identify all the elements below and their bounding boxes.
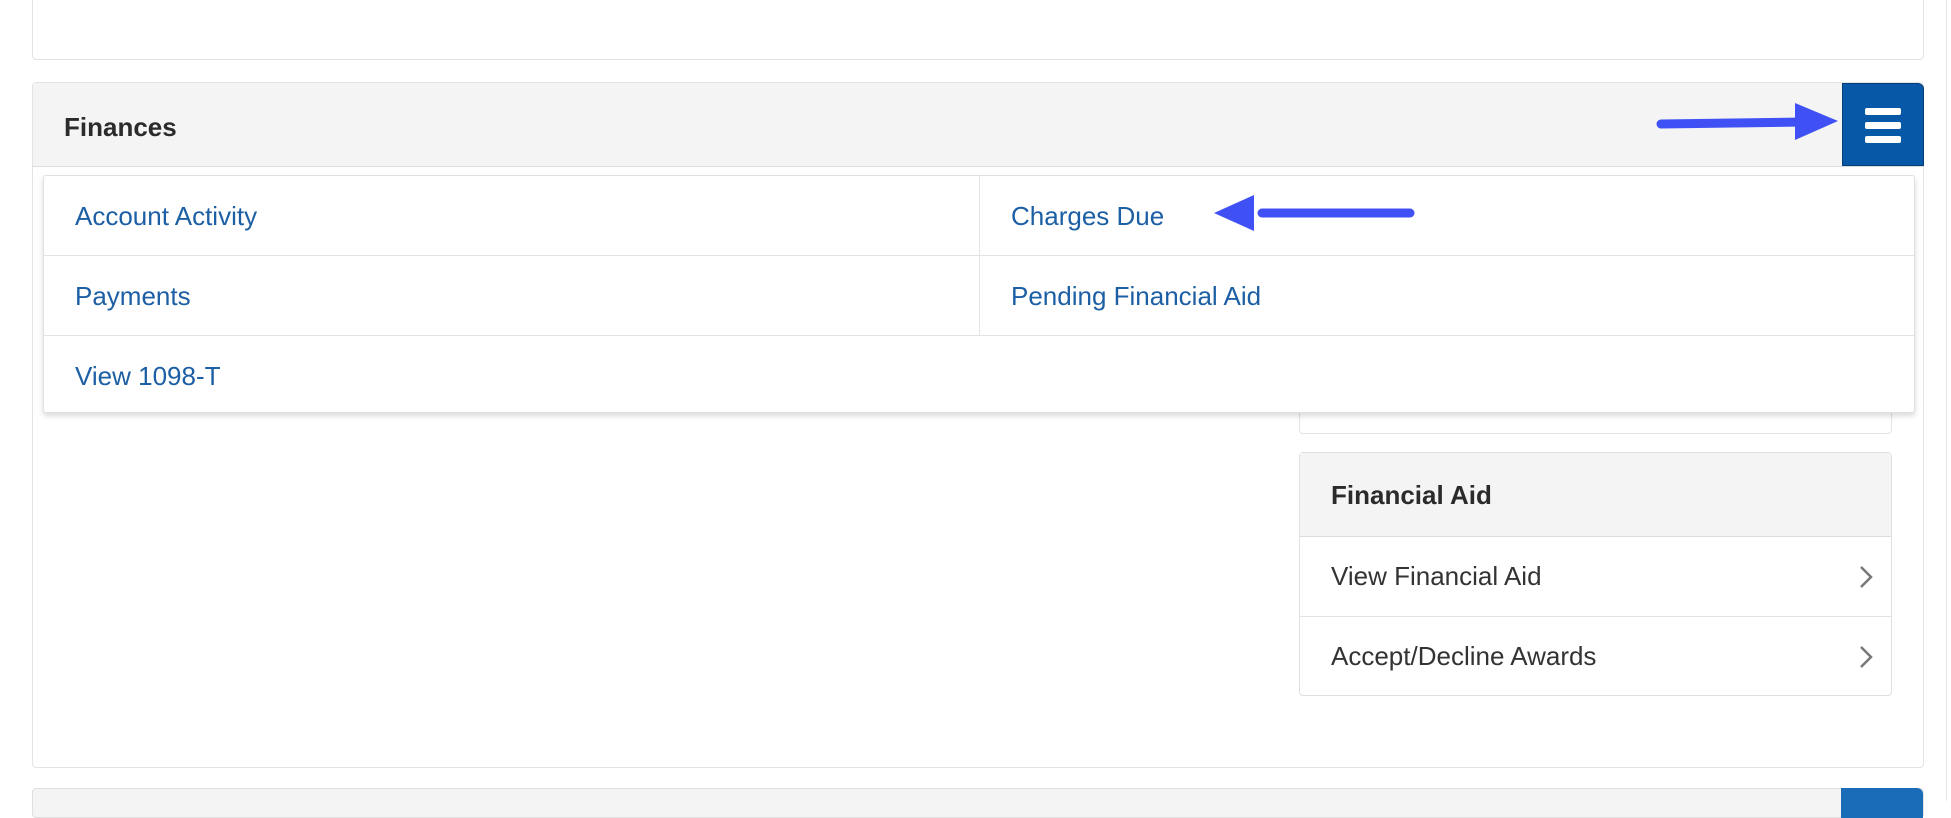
chevron-right-icon: [1860, 646, 1873, 668]
hamburger-menu-icon: [1865, 108, 1901, 115]
menu-item-view-1098t[interactable]: View 1098-T: [44, 336, 1914, 415]
chevron-right-icon: [1860, 566, 1873, 588]
accept-decline-awards-item[interactable]: Accept/Decline Awards: [1300, 617, 1891, 696]
payments-link[interactable]: Payments: [75, 281, 191, 312]
finances-title: Finances: [64, 112, 177, 142]
accept-decline-awards-label: Accept/Decline Awards: [1331, 641, 1597, 671]
charges-due-link[interactable]: Charges Due: [1011, 201, 1164, 232]
menu-item-charges-due[interactable]: Charges Due: [980, 176, 1914, 255]
next-card-header: [32, 788, 1924, 818]
view-1098t-link[interactable]: View 1098-T: [75, 361, 221, 392]
previous-card: [32, 0, 1924, 60]
page-edge: [1946, 0, 1951, 801]
dropdown-row: Account Activity Charges Due: [44, 176, 1914, 256]
view-financial-aid-item[interactable]: View Financial Aid: [1300, 537, 1891, 617]
dropdown-row: Payments Pending Financial Aid: [44, 256, 1914, 336]
hamburger-menu-icon-bar: [1865, 122, 1901, 129]
hamburger-menu-icon-bar: [1865, 136, 1901, 143]
menu-item-payments[interactable]: Payments: [44, 256, 980, 335]
financial-aid-panel: Financial Aid View Financial Aid Accept/…: [1299, 452, 1892, 696]
next-card-menu-button[interactable]: [1841, 788, 1923, 818]
financial-aid-header: Financial Aid: [1300, 453, 1891, 537]
view-financial-aid-label: View Financial Aid: [1331, 561, 1542, 591]
financial-aid-title: Financial Aid: [1331, 480, 1492, 510]
finances-header: Finances: [33, 83, 1924, 167]
finances-menu-button[interactable]: [1842, 83, 1924, 166]
pending-financial-aid-link[interactable]: Pending Financial Aid: [1011, 281, 1261, 312]
menu-item-account-activity[interactable]: Account Activity: [44, 176, 980, 255]
dropdown-row: View 1098-T: [44, 336, 1914, 415]
finances-dropdown-menu: Account Activity Charges Due Payments Pe…: [43, 175, 1915, 413]
account-activity-link[interactable]: Account Activity: [75, 201, 257, 232]
menu-item-pending-financial-aid[interactable]: Pending Financial Aid: [980, 256, 1914, 335]
